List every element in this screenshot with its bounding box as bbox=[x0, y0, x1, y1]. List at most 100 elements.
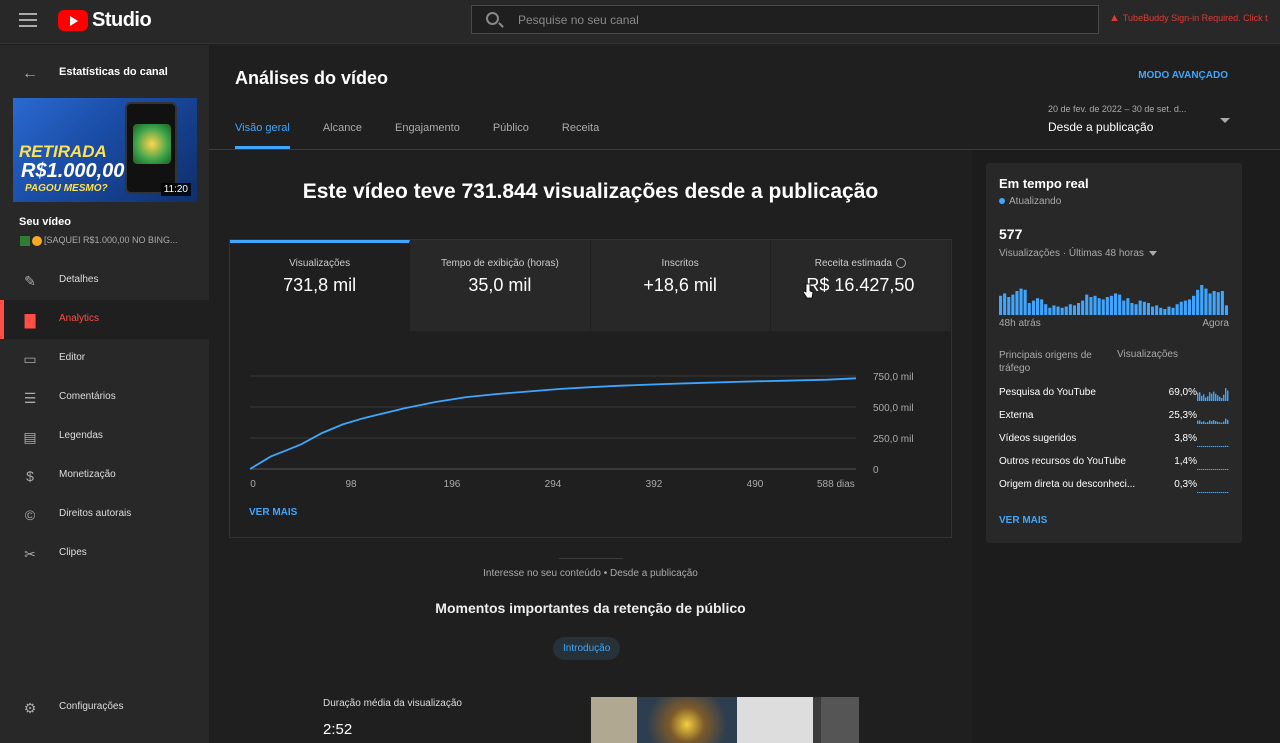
metric-label: Tempo de exibição (horas) bbox=[440, 258, 559, 269]
realtime-bar bbox=[1163, 309, 1167, 315]
sparkline-bar bbox=[1217, 469, 1219, 470]
sparkline-bar bbox=[1219, 446, 1221, 447]
sparkline-bar bbox=[1205, 422, 1207, 424]
realtime-bar bbox=[1048, 307, 1052, 315]
advanced-mode-button[interactable]: MODO AVANÇADO bbox=[1138, 70, 1228, 81]
sidebar-item-clips[interactable]: ✂ Clipes bbox=[0, 534, 209, 573]
tab-overview[interactable]: Visão geral bbox=[235, 122, 290, 149]
see-more-link[interactable]: VER MAIS bbox=[249, 507, 297, 518]
metric-tabs: Visualizações 731,8 mil Tempo de exibiçã… bbox=[230, 240, 951, 331]
sparkline-bar bbox=[1201, 395, 1203, 401]
sparkline-bar bbox=[1207, 469, 1209, 470]
tab-audience[interactable]: Público bbox=[493, 122, 529, 149]
back-arrow-icon[interactable]: ← bbox=[22, 65, 38, 83]
realtime-bar bbox=[1097, 298, 1101, 315]
sidebar-item-subtitles[interactable]: ▤ Legendas bbox=[0, 417, 209, 456]
realtime-bar bbox=[1101, 299, 1105, 315]
gear-icon: ⚙ bbox=[23, 700, 37, 716]
sparkline-bar bbox=[1217, 395, 1219, 401]
metric-subscribers[interactable]: Inscritos +18,6 mil bbox=[590, 240, 771, 331]
comments-icon: ☰ bbox=[23, 390, 37, 406]
avg-duration-value: 2:52 bbox=[323, 721, 353, 738]
realtime-see-more-link[interactable]: VER MAIS bbox=[999, 515, 1047, 526]
realtime-bar bbox=[1187, 299, 1191, 315]
metric-label-text: Receita estimada bbox=[814, 258, 892, 269]
dollar-icon: $ bbox=[26, 468, 34, 484]
sidebar-item-analytics[interactable]: ▇ Analytics bbox=[0, 300, 209, 339]
realtime-bar bbox=[1183, 300, 1187, 315]
views-line-chart: 0 250,0 mil 500,0 mil 750,0 mil 0 98 196 294 392… bbox=[249, 372, 914, 490]
traffic-source-pct: 1,4% bbox=[1174, 456, 1197, 467]
sparkline-bar bbox=[1223, 421, 1225, 424]
sidebar-item-comments[interactable]: ☰ Comentários bbox=[0, 378, 209, 417]
date-range-picker[interactable]: 20 de fev. de 2022 – 30 de set. d... Des… bbox=[1048, 104, 1230, 134]
frame-image bbox=[821, 697, 859, 743]
sparkline-bar bbox=[1225, 469, 1227, 470]
metric-revenue[interactable]: Receita estimada R$ 16.427,50 bbox=[770, 240, 951, 331]
tab-revenue[interactable]: Receita bbox=[562, 122, 599, 149]
sparkline-bar bbox=[1203, 469, 1205, 470]
realtime-bar bbox=[1019, 288, 1023, 315]
logo-text: Studio bbox=[92, 9, 152, 31]
video-thumbnail[interactable]: RETIRADA R$1.000,00 PAGOU MESMO? 11:20 bbox=[13, 98, 197, 202]
realtime-subtitle-dropdown[interactable]: Visualizações · Últimas 48 horas bbox=[999, 248, 1157, 259]
video-title-text: [SAQUEI R$1.000,00 NO BING... bbox=[44, 235, 178, 245]
hand-cursor-icon bbox=[802, 283, 814, 299]
sparkline-bar bbox=[1219, 492, 1221, 493]
intro-chip[interactable]: Introdução bbox=[553, 637, 621, 660]
sparkline-bar bbox=[1197, 469, 1199, 470]
retention-frames[interactable] bbox=[591, 697, 859, 743]
sparkline-bar bbox=[1223, 492, 1225, 493]
sparkline-bar bbox=[1205, 397, 1207, 401]
sparkline-bar bbox=[1219, 469, 1221, 470]
realtime-bar bbox=[1175, 304, 1179, 315]
realtime-bar bbox=[1081, 300, 1085, 315]
sidebar-item-details[interactable]: ✎ Detalhes bbox=[0, 261, 209, 300]
sparkline-bar bbox=[1199, 446, 1201, 447]
metric-label: Inscritos bbox=[661, 258, 699, 269]
sparkline-bar bbox=[1223, 469, 1225, 470]
x-tick-label: 98 bbox=[345, 479, 357, 490]
realtime-bar bbox=[1077, 303, 1081, 315]
realtime-bar bbox=[1044, 304, 1048, 315]
sparkline-bar bbox=[1213, 446, 1215, 447]
checkmark-emoji-icon bbox=[20, 235, 30, 246]
sidebar-item-copyright[interactable]: © Direitos autorais bbox=[0, 495, 209, 534]
video-title: [SAQUEI R$1.000,00 NO BING... bbox=[20, 235, 178, 246]
sidebar-item-editor[interactable]: ▭ Editor bbox=[0, 339, 209, 378]
sparkline-bar bbox=[1199, 420, 1201, 424]
tab-reach[interactable]: Alcance bbox=[323, 122, 362, 149]
thumbnail-line1: RETIRADA bbox=[19, 142, 107, 161]
realtime-bar bbox=[1167, 306, 1171, 315]
clock-icon bbox=[896, 258, 906, 269]
sparkline-bar bbox=[1223, 446, 1225, 447]
metric-watch-time[interactable]: Tempo de exibição (horas) 35,0 mil bbox=[410, 240, 591, 331]
realtime-bar bbox=[1200, 285, 1204, 315]
realtime-bar bbox=[1072, 305, 1076, 315]
traffic-row: Externa 25,3% bbox=[999, 410, 1229, 424]
metric-views[interactable]: Visualizações 731,8 mil bbox=[230, 240, 411, 331]
realtime-bar bbox=[1114, 293, 1118, 315]
metric-value: R$ 16.427,50 bbox=[806, 275, 915, 295]
metric-value: 731,8 mil bbox=[283, 275, 357, 295]
sidebar-item-monetization[interactable]: $ Monetização bbox=[0, 456, 209, 495]
y-tick-label: 0 bbox=[873, 465, 879, 476]
separator bbox=[559, 558, 623, 559]
realtime-bar bbox=[1068, 304, 1072, 315]
tubebuddy-warning[interactable]: ▲ TubeBuddy Sign-in Required. Click t bbox=[1109, 12, 1280, 24]
sidebar-item-settings[interactable]: ⚙ Configurações bbox=[0, 688, 209, 727]
sparkline-bar bbox=[1201, 492, 1203, 493]
your-video-label: Seu vídeo bbox=[19, 216, 71, 228]
studio-logo[interactable]: Studio bbox=[58, 9, 152, 32]
realtime-bar bbox=[1130, 303, 1134, 315]
realtime-count: 577 bbox=[999, 226, 1023, 242]
copyright-icon: © bbox=[24, 507, 36, 523]
sidebar-item-label: Detalhes bbox=[59, 274, 99, 285]
sparkline-bar bbox=[1201, 469, 1203, 470]
menu-icon[interactable] bbox=[19, 13, 37, 27]
sparkline-bar bbox=[1203, 421, 1205, 424]
realtime-bar bbox=[1118, 294, 1122, 315]
search-input[interactable]: Pesquise no seu canal bbox=[471, 5, 1099, 34]
sparkline-bar bbox=[1227, 492, 1229, 493]
tab-engagement[interactable]: Engajamento bbox=[395, 122, 460, 149]
